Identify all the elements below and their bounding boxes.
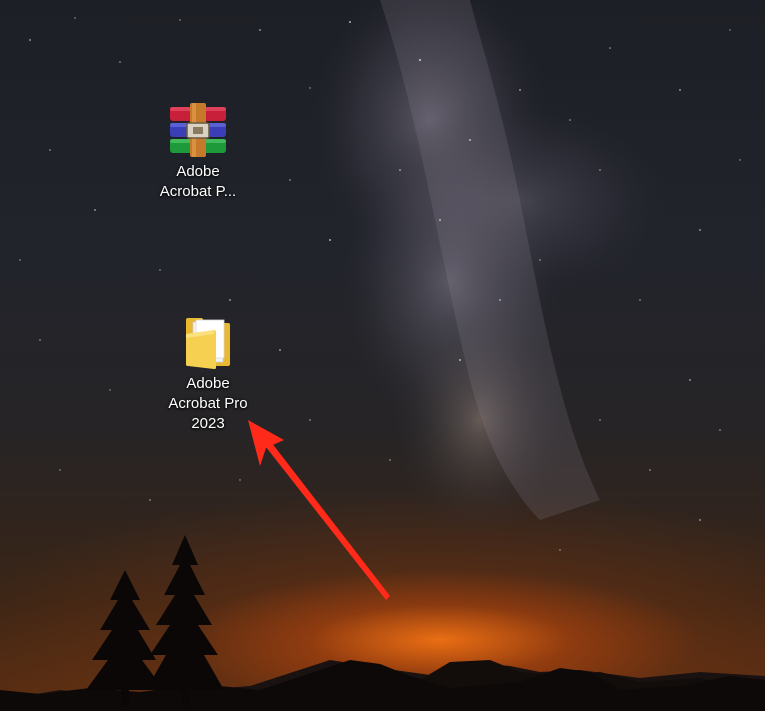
desktop[interactable]: Adobe Acrobat P... Adobe Acrobat Pro 202… bbox=[0, 0, 765, 711]
folder-icon bbox=[176, 312, 240, 372]
wallpaper-landscape bbox=[0, 535, 765, 711]
desktop-icon-label: Adobe Acrobat P... bbox=[159, 163, 237, 200]
annotation-arrow bbox=[248, 420, 390, 600]
wallpaper-stars bbox=[19, 17, 741, 551]
wallpaper-milkyway bbox=[310, 0, 670, 540]
desktop-icon-archive[interactable]: Adobe Acrobat P... bbox=[148, 100, 248, 202]
winrar-archive-icon bbox=[166, 100, 230, 160]
desktop-icon-folder[interactable]: Adobe Acrobat Pro 2023 bbox=[158, 312, 258, 434]
desktop-icon-label: Adobe Acrobat Pro 2023 bbox=[168, 375, 248, 432]
